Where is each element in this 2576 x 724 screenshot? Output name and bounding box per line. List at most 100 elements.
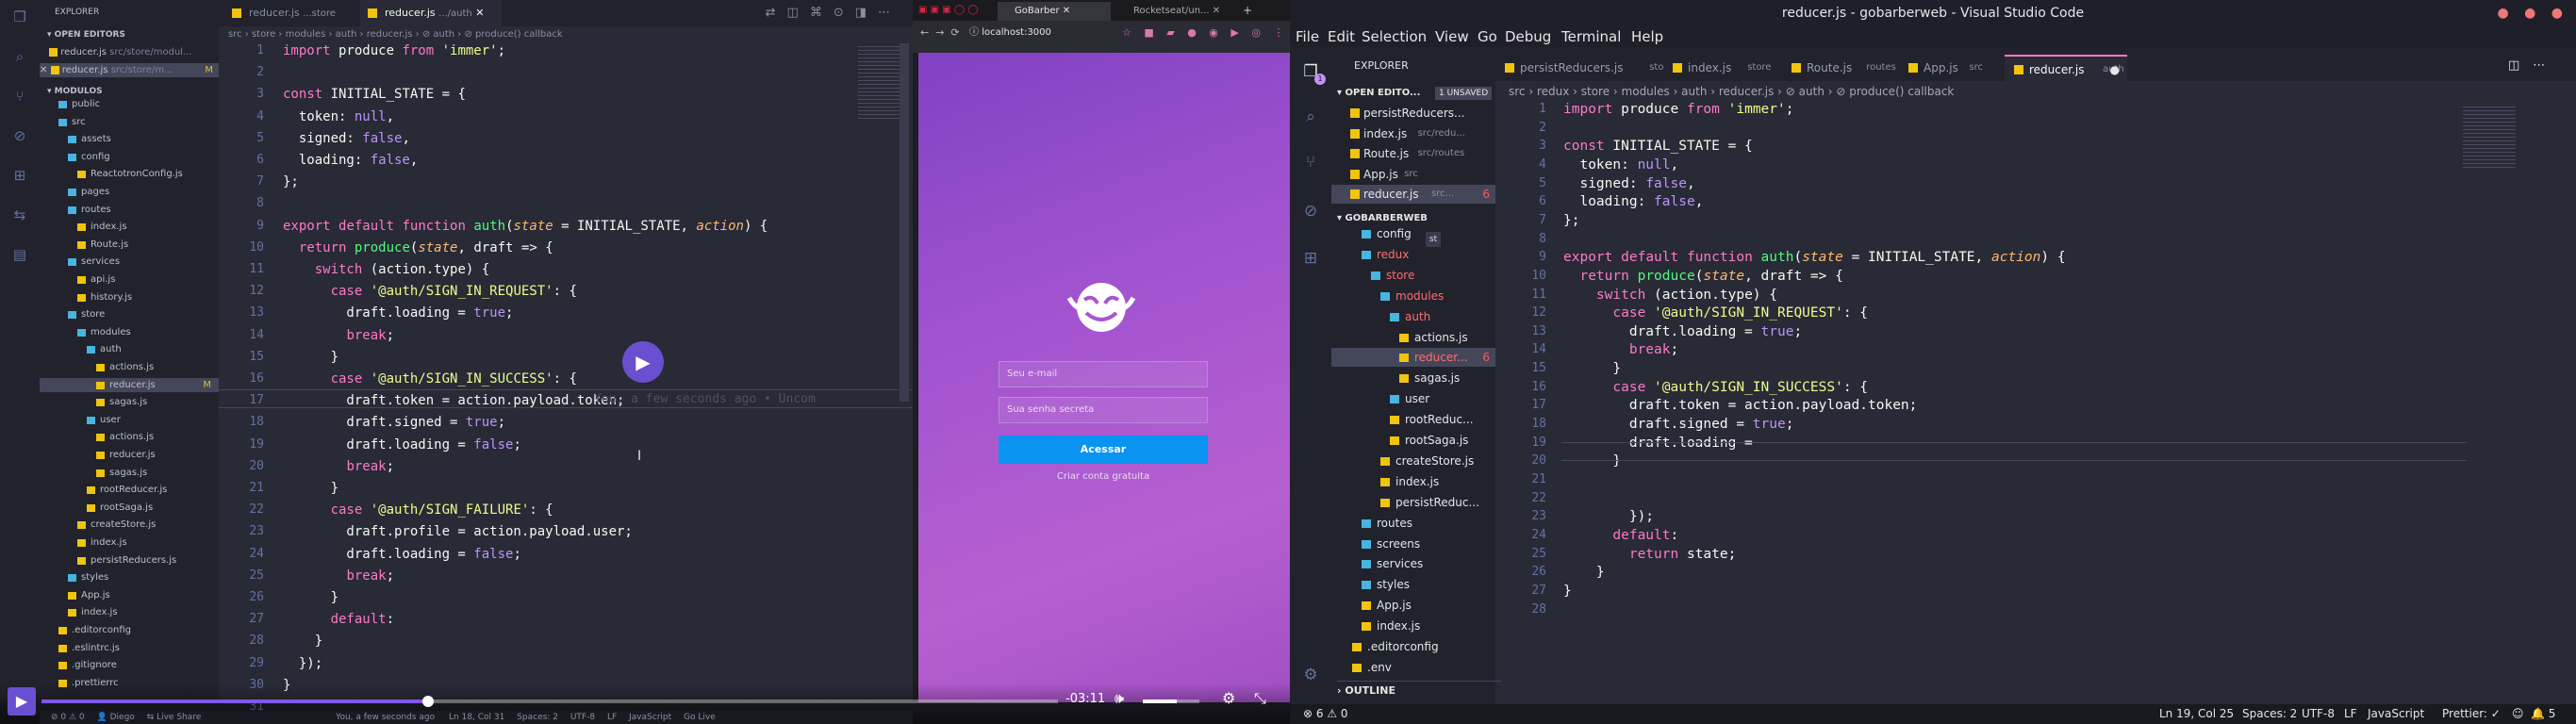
status-live-share[interactable]: ⇆ Live Share [147, 713, 202, 722]
editor-actions[interactable]: ⇄◫⌘⊙◨⋯ [766, 6, 901, 20]
source-control-icon[interactable]: ⑂ [1301, 153, 1320, 172]
split-editor-icon[interactable]: ◫⋯ [2508, 58, 2558, 73]
file-item[interactable]: reducer.js M [40, 377, 219, 392]
file-item[interactable]: rootReducer.js [40, 483, 219, 497]
fullscreen-icon[interactable]: ⤡ [1254, 689, 1266, 708]
menu-help[interactable]: Help [1631, 26, 1663, 47]
files-icon[interactable]: ❐ [10, 8, 29, 26]
file-item[interactable]: api.js [40, 272, 219, 287]
extension-icons[interactable]: ☆ ■ ▰ ● ◉ ▶ ◎ ⋮ [1122, 26, 1288, 39]
open-editor-item[interactable]: App.js src [1331, 165, 1495, 184]
folder-item[interactable]: routes [1331, 514, 1495, 533]
file-item[interactable]: rootSaga.js [1331, 431, 1495, 450]
file-item[interactable]: .editorconfig [1331, 637, 1495, 656]
file-item[interactable]: persistReduc... [1331, 493, 1495, 512]
status-problems-icon[interactable]: ⊘ 0 ⚠ 0 [51, 713, 85, 722]
editor-tab[interactable]: App.js src [1899, 55, 2005, 81]
folder-item[interactable]: assets [40, 132, 219, 146]
folder-item[interactable]: public [40, 97, 219, 111]
open-editors-header[interactable]: ▾ OPEN EDITO... [1337, 84, 1420, 103]
file-item[interactable]: rootReduc... [1331, 410, 1495, 429]
file-item[interactable]: persistReducers.js [40, 553, 219, 568]
status-spaces[interactable]: Spaces: 2 [517, 713, 558, 722]
editor-tab[interactable]: index.js store [1663, 55, 1782, 81]
folder-item[interactable]: styles [1331, 575, 1495, 594]
live-share-icon[interactable]: ⇆ [10, 206, 29, 224]
file-item[interactable]: rootSaga.js [40, 501, 219, 515]
settings-gear-icon[interactable]: ⚙ [1222, 689, 1235, 707]
file-item[interactable]: App.js [40, 588, 219, 602]
open-editor-item[interactable]: persistReducers... [1331, 104, 1495, 123]
extensions-icon[interactable]: ⊞ [10, 166, 29, 185]
split-divider[interactable] [913, 53, 918, 702]
file-item[interactable]: index.js [1331, 617, 1495, 635]
video-play-overlay-icon[interactable]: ▶ [622, 341, 664, 383]
file-item[interactable]: actions.js [40, 430, 219, 444]
open-editor-item-active[interactable]: ✕ reducer.js src/store/m... M [40, 63, 219, 77]
open-editor-item[interactable]: index.js src/redu... [1331, 124, 1495, 143]
unsaved-dot-icon[interactable]: ● [2110, 57, 2120, 83]
status-user[interactable]: 👤 Diego [97, 713, 135, 722]
nav-buttons[interactable]: ←→⟳ [920, 26, 966, 39]
video-progress-handle[interactable] [421, 696, 434, 707]
folder-item[interactable]: pages [40, 185, 219, 199]
file-item[interactable]: sagas.js [40, 395, 219, 409]
folder-item[interactable]: user [40, 413, 219, 427]
folder-item[interactable]: auth [40, 342, 219, 356]
open-editor-item[interactable]: reducer.js src... 6 [1331, 185, 1495, 204]
open-editor-item[interactable]: Route.js src/routes [1331, 144, 1495, 163]
file-item[interactable]: reducer... 6 [1331, 348, 1495, 368]
pinned-tab-icons[interactable]: ▣ ▣ ▣ ◯ ◯ [918, 5, 978, 15]
folder-item[interactable]: routes [40, 203, 219, 217]
debug-icon[interactable]: ⊘ [1301, 202, 1320, 221]
menu-edit[interactable]: Edit [1328, 26, 1355, 47]
menu-terminal[interactable]: Terminal [1561, 26, 1621, 47]
file-item[interactable]: .env [1331, 658, 1495, 677]
email-input[interactable]: Seu e-mail [999, 361, 1208, 387]
folder-item[interactable]: config [1331, 224, 1495, 243]
new-tab-icon[interactable]: + [1243, 4, 1252, 17]
status-prettier[interactable]: Prettier: ✓ [2442, 704, 2501, 724]
file-item[interactable]: createStore.js [40, 518, 219, 532]
notifications-icon[interactable]: 🔔 5 [2531, 704, 2555, 724]
editor-tab[interactable]: Route.js routes [1782, 55, 1899, 81]
status-language[interactable]: JavaScript [2368, 704, 2424, 724]
file-item[interactable]: Route.js [40, 238, 219, 252]
menu-view[interactable]: View [1435, 26, 1469, 47]
file-item[interactable]: App.js [1331, 596, 1495, 615]
folder-item[interactable]: config [40, 150, 219, 164]
folder-item[interactable]: redux [1331, 245, 1495, 264]
remote-icon[interactable]: ▤ [10, 245, 29, 264]
window-controls[interactable]: ● ● ● [2497, 0, 2568, 26]
debug-icon[interactable]: ⊘ [10, 126, 29, 145]
minimap[interactable] [858, 43, 900, 119]
volume-icon[interactable]: 🕪 [1115, 689, 1124, 708]
file-item[interactable]: index.js [40, 220, 219, 234]
folder-item[interactable]: styles [40, 570, 219, 584]
create-account-link[interactable]: Criar conta gratuita [999, 471, 1208, 482]
menu-file[interactable]: File [1296, 26, 1319, 47]
file-item[interactable]: .editorconfig [40, 623, 219, 637]
tab-reducer-auth[interactable]: reducer.js .../auth ✕ [360, 0, 502, 26]
tab-reducer-store[interactable]: reducer.js ...store [224, 0, 366, 26]
file-item[interactable]: actions.js [1331, 328, 1495, 347]
search-icon[interactable]: ⌕ [10, 47, 29, 66]
submit-button[interactable]: Acessar [999, 436, 1208, 464]
menu-debug[interactable]: Debug [1505, 26, 1551, 47]
minimap[interactable] [2463, 104, 2516, 170]
file-item[interactable]: sagas.js [40, 466, 219, 480]
status-encoding[interactable]: UTF-8 [570, 713, 595, 722]
smiley-icon[interactable]: ☺ [2512, 704, 2524, 724]
editor-tab[interactable]: persistReducers.js store [1495, 55, 1673, 81]
status-eol[interactable]: LF [2344, 704, 2357, 724]
folder-item[interactable]: store [1331, 266, 1495, 285]
folder-item[interactable]: store [40, 307, 219, 321]
status-spaces[interactable]: Spaces: 2 [2242, 704, 2297, 724]
open-editor-item[interactable]: reducer.js src/store/modul... [49, 45, 228, 59]
settings-gear-icon[interactable]: ⚙ [1301, 666, 1320, 684]
file-item[interactable]: history.js [40, 290, 219, 304]
editor-scrollbar[interactable] [900, 43, 909, 402]
status-position[interactable]: Ln 19, Col 25 [2159, 704, 2234, 724]
play-button-icon[interactable]: ▶ [8, 687, 36, 716]
file-item[interactable]: index.js [40, 535, 219, 550]
